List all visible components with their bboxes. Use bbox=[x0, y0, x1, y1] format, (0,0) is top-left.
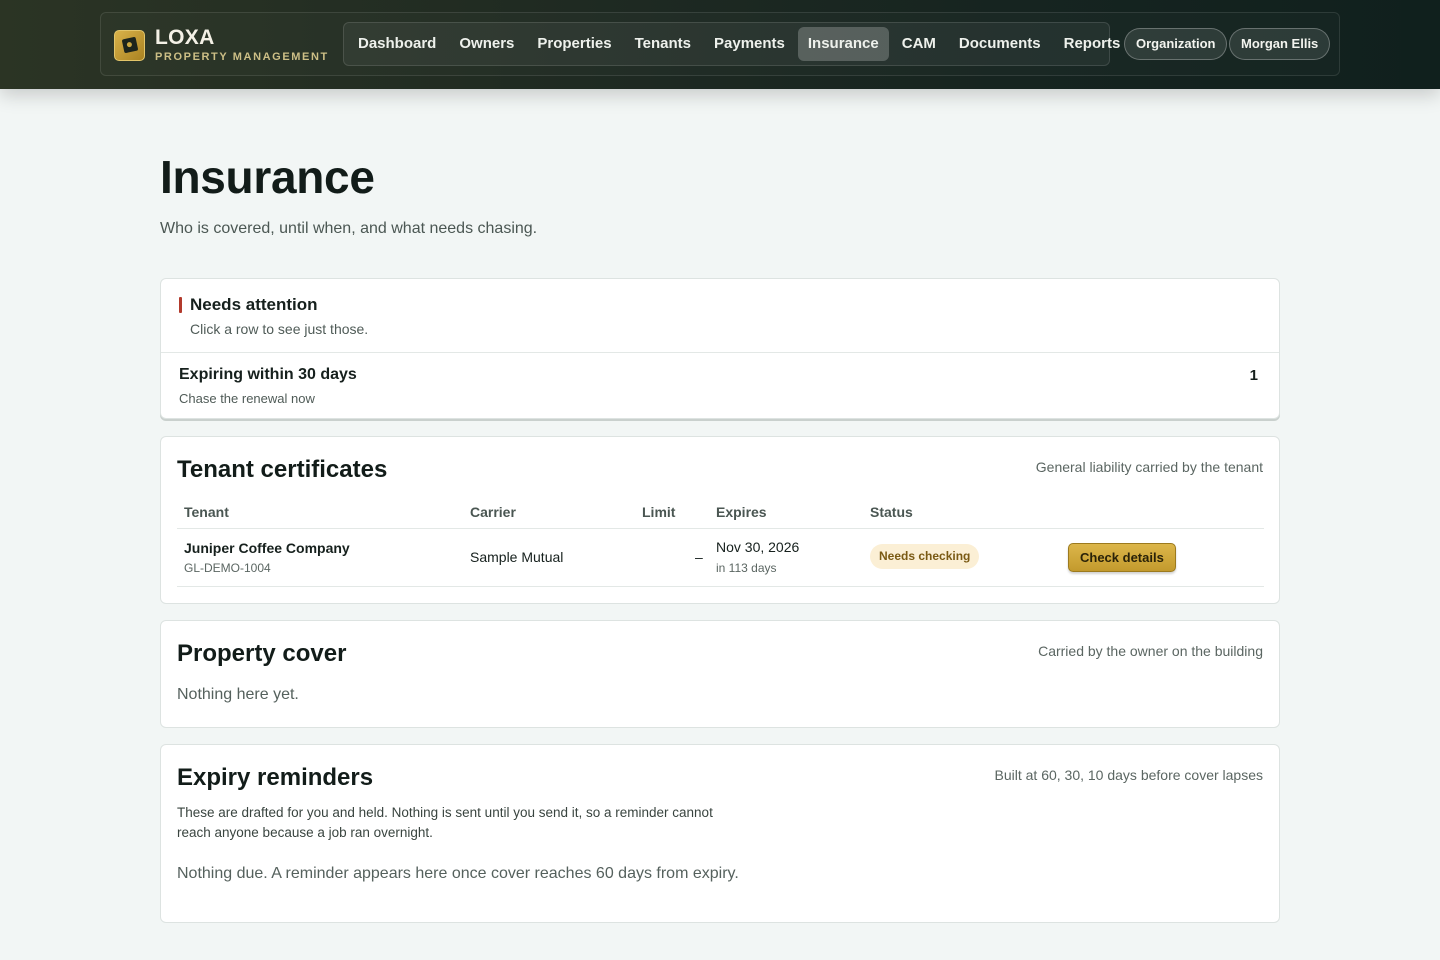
nav-owners[interactable]: Owners bbox=[449, 27, 524, 61]
property-cover-empty: Nothing here yet. bbox=[177, 686, 299, 703]
nav-documents[interactable]: Documents bbox=[949, 27, 1051, 61]
policy-number: GL-DEMO-1004 bbox=[184, 561, 271, 575]
property-cover-panel: Property cover Carried by the owner on t… bbox=[160, 620, 1280, 728]
page-subtitle: Who is covered, until when, and what nee… bbox=[160, 220, 538, 237]
expiry-reminders-description: These are drafted for you and held. Noth… bbox=[177, 805, 713, 840]
check-details-button[interactable]: Check details bbox=[1068, 543, 1176, 572]
nav-reports[interactable]: Reports bbox=[1054, 27, 1131, 61]
tenant-certificates-note: General liability carried by the tenant bbox=[1035, 459, 1263, 475]
attention-row-expiring[interactable]: Expiring within 30 days Chase the renewa… bbox=[161, 353, 1279, 419]
main-nav: Dashboard Owners Properties Tenants Paym… bbox=[343, 22, 1120, 66]
top-bar: LOXA PROPERTY MANAGEMENT Dashboard Owner… bbox=[0, 0, 1440, 89]
needs-attention-title: Needs attention bbox=[190, 295, 318, 314]
page-title: Insurance bbox=[160, 151, 375, 203]
needs-attention-header: Needs attention Click a row to see just … bbox=[161, 279, 1279, 353]
carrier-name: Sample Mutual bbox=[470, 549, 564, 565]
nav-tenants[interactable]: Tenants bbox=[625, 27, 701, 61]
col-status[interactable]: Status bbox=[870, 504, 913, 520]
needs-attention-subtitle: Click a row to see just those. bbox=[190, 321, 369, 337]
nav-insurance[interactable]: Insurance bbox=[797, 27, 889, 61]
tenant-name: Juniper Coffee Company bbox=[184, 540, 350, 556]
tenant-certificates-panel: Tenant certificates General liability ca… bbox=[160, 436, 1280, 604]
table-row[interactable]: Juniper Coffee Company GL-DEMO-1004 Samp… bbox=[177, 529, 1264, 587]
expiry-reminders-title: Expiry reminders bbox=[177, 764, 374, 791]
limit-value: – bbox=[695, 549, 703, 565]
brand-name: LOXA bbox=[155, 25, 215, 49]
col-tenant[interactable]: Tenant bbox=[184, 504, 229, 520]
needs-attention-panel: Needs attention Click a row to see just … bbox=[160, 278, 1280, 419]
certificates-table: Tenant Carrier Limit Expires Status Juni… bbox=[177, 499, 1264, 587]
nav-properties[interactable]: Properties bbox=[527, 27, 621, 61]
expiry-date: Nov 30, 2026 bbox=[716, 539, 800, 555]
col-carrier[interactable]: Carrier bbox=[470, 504, 516, 520]
expiry-relative: in 113 days bbox=[716, 561, 777, 575]
status-badge: Needs checking bbox=[870, 544, 980, 569]
table-header: Tenant Carrier Limit Expires Status bbox=[177, 499, 1264, 529]
attention-row-title: Expiring within 30 days bbox=[179, 366, 357, 383]
col-expires[interactable]: Expires bbox=[716, 504, 767, 520]
col-limit[interactable]: Limit bbox=[642, 504, 675, 520]
brand-subtitle: PROPERTY MANAGEMENT bbox=[155, 50, 329, 63]
attention-row-subtitle: Chase the renewal now bbox=[179, 391, 315, 406]
building-block-icon bbox=[114, 29, 145, 61]
nav-cam[interactable]: CAM bbox=[892, 27, 946, 61]
nav-dashboard[interactable]: Dashboard bbox=[348, 27, 446, 61]
expiry-reminders-note: Built at 60, 30, 10 days before cover la… bbox=[994, 767, 1264, 783]
attention-accent-bar bbox=[179, 297, 182, 313]
organization-button[interactable]: Organization bbox=[1124, 28, 1228, 60]
brand[interactable]: LOXA PROPERTY MANAGEMENT bbox=[114, 25, 329, 63]
property-cover-note: Carried by the owner on the building bbox=[1038, 643, 1263, 659]
tenant-certificates-title: Tenant certificates bbox=[177, 456, 388, 483]
nav-payments[interactable]: Payments bbox=[704, 27, 795, 61]
user-menu-button[interactable]: Morgan Ellis bbox=[1229, 28, 1331, 60]
top-bar-frame: LOXA PROPERTY MANAGEMENT Dashboard Owner… bbox=[100, 12, 1340, 76]
expiry-reminders-empty: Nothing due. A reminder appears here onc… bbox=[177, 865, 739, 882]
expiry-reminders-panel: Expiry reminders Built at 60, 30, 10 day… bbox=[160, 744, 1280, 923]
attention-row-count: 1 bbox=[1249, 367, 1258, 384]
property-cover-title: Property cover bbox=[177, 640, 347, 667]
